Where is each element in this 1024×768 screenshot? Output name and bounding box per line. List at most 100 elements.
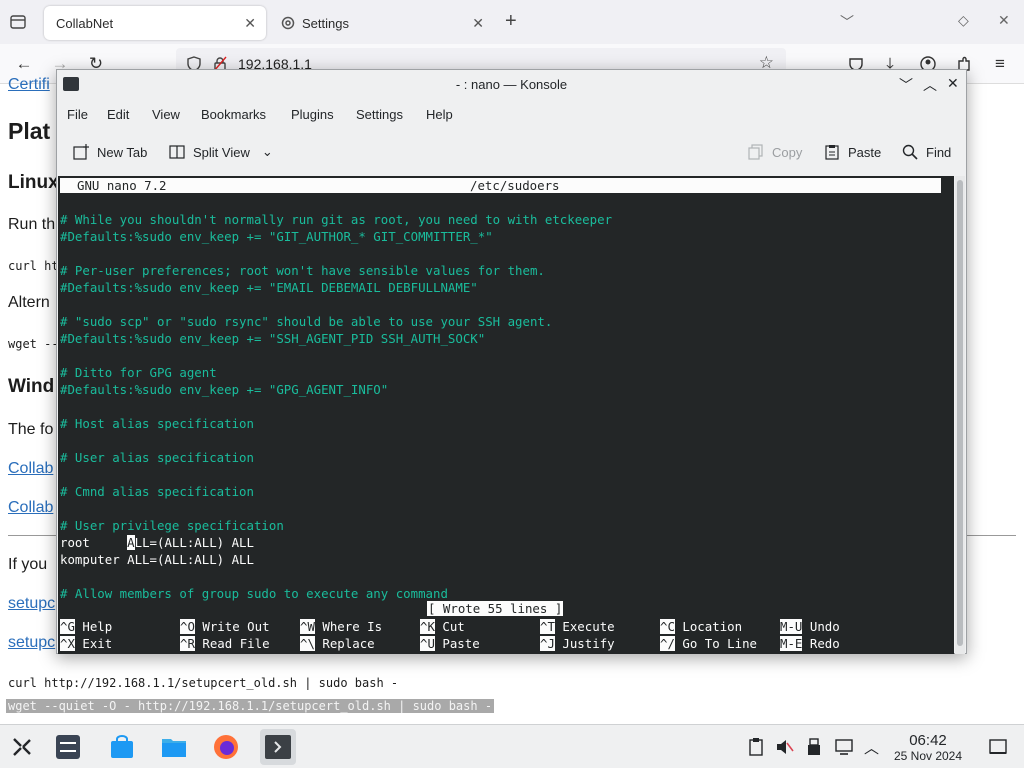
- show-desktop-icon[interactable]: [988, 737, 1008, 757]
- new-tab-button[interactable]: New Tab: [73, 144, 147, 160]
- app-launcher-icon[interactable]: [10, 735, 34, 759]
- menu-file[interactable]: File: [67, 107, 88, 122]
- chevron-down-icon[interactable]: ⌄: [262, 144, 273, 160]
- shortcut-key: M-E: [780, 636, 803, 651]
- close-icon[interactable]: ✕: [244, 15, 256, 32]
- chevron-down-icon[interactable]: ﹀: [840, 12, 854, 32]
- shortcut-label: Cut: [442, 619, 465, 634]
- back-button[interactable]: ←: [14, 54, 34, 74]
- firefox-icon: [214, 735, 238, 759]
- setup-link[interactable]: setupc: [8, 634, 55, 652]
- network-wired-icon[interactable]: [834, 737, 854, 757]
- taskbar-app-firefox[interactable]: [208, 729, 244, 765]
- menu-help[interactable]: Help: [426, 107, 453, 122]
- collab-link[interactable]: Collab: [8, 460, 53, 478]
- gear-icon: [281, 16, 295, 30]
- tab-collabnet[interactable]: CollabNet ✕: [44, 6, 266, 40]
- tab-settings[interactable]: Settings ✕: [272, 6, 494, 40]
- comment-text: #Defaults:%sudo env_keep += "GIT_AUTHOR_…: [60, 229, 493, 244]
- window-titlebar[interactable]: - : nano — Konsole ﹀ ︿ ✕: [57, 70, 966, 99]
- nano-shortcut: ^X Exit: [60, 635, 112, 652]
- shortcut-label: Replace: [322, 636, 375, 651]
- taskbar-app-discover[interactable]: [104, 729, 140, 765]
- certificate-link[interactable]: Certifi: [8, 76, 50, 94]
- shortcut-label: Exit: [82, 636, 113, 651]
- taskbar-app-settings[interactable]: [50, 729, 86, 765]
- menu-plugins[interactable]: Plugins: [291, 107, 334, 122]
- text-line: # Cmnd alias specification: [60, 483, 254, 500]
- menu-bookmarks[interactable]: Bookmarks: [201, 107, 266, 122]
- nano-shortcut: M-U Undo: [780, 618, 840, 635]
- shortcut-key: ^/: [660, 636, 675, 651]
- copy-button[interactable]: Copy: [748, 144, 802, 160]
- code-snippet: wget --: [8, 337, 59, 351]
- close-icon[interactable]: ✕: [472, 15, 484, 32]
- nano-shortcut: ^R Read File: [180, 635, 270, 652]
- split-view-label: Split View: [193, 144, 250, 160]
- code-text: root: [60, 535, 128, 550]
- shortcut-key: ^K: [420, 619, 435, 634]
- comment-text: # User alias specification: [60, 450, 254, 465]
- setup-link[interactable]: setupc: [8, 595, 55, 613]
- split-view-button[interactable]: Split View ⌄: [169, 144, 273, 160]
- close-icon[interactable]: ✕: [947, 75, 959, 92]
- scrollbar-thumb[interactable]: [957, 180, 963, 646]
- search-icon: [902, 144, 918, 160]
- shortcut-key: ^J: [540, 636, 555, 651]
- new-tab-icon: [73, 144, 89, 160]
- restore-icon[interactable]: ◇: [958, 12, 969, 29]
- page-heading: Plat: [8, 118, 51, 144]
- volume-muted-icon[interactable]: [774, 737, 794, 757]
- terminal-view[interactable]: GNU nano 7.2 /etc/sudoers # While you sh…: [58, 176, 954, 654]
- menu-view[interactable]: View: [152, 107, 180, 122]
- collab-link[interactable]: Collab: [8, 499, 53, 517]
- clock-time: 06:42: [909, 732, 947, 749]
- text-line: root ALL=(ALL:ALL) ALL: [60, 534, 254, 551]
- browser-tab-strip: CollabNet ✕ Settings ✕ + ﹀ ◇ ✕: [0, 0, 1024, 44]
- hamburger-menu-icon[interactable]: ≡: [990, 54, 1010, 74]
- nano-shortcut: ^W Where Is: [300, 618, 382, 635]
- new-tab-label: New Tab: [97, 144, 148, 160]
- clipboard-icon[interactable]: [746, 737, 766, 757]
- tab-list-icon[interactable]: [8, 12, 28, 32]
- comment-text: #Defaults:%sudo env_keep += "EMAIL DEBEM…: [60, 280, 478, 295]
- text-line: #Defaults:%sudo env_keep += "GIT_AUTHOR_…: [60, 228, 493, 245]
- nano-version: GNU nano 7.2: [77, 178, 167, 193]
- terminal-scrollbar[interactable]: [955, 176, 965, 654]
- menu-settings[interactable]: Settings: [356, 107, 403, 122]
- shortcut-key: ^C: [660, 619, 675, 634]
- nano-shortcut: ^C Location: [660, 618, 742, 635]
- tab-label: CollabNet: [56, 15, 114, 31]
- tray-expand-chevron-icon[interactable]: ︿: [864, 737, 884, 757]
- minimize-icon[interactable]: ﹀: [899, 75, 913, 95]
- new-tab-button[interactable]: +: [505, 10, 517, 33]
- folder-icon: [162, 739, 186, 757]
- comment-text: # While you shouldn't normally run git a…: [60, 212, 613, 227]
- konsole-window: - : nano — Konsole ﹀ ︿ ✕ File Edit View …: [56, 69, 967, 654]
- toolbar: New Tab Split View ⌄ Copy Paste Find: [57, 136, 966, 170]
- shortcut-key: ^T: [540, 619, 555, 634]
- text-line: # Allow members of group sudo to execute…: [60, 585, 448, 602]
- paste-button[interactable]: Paste: [824, 144, 881, 160]
- find-button[interactable]: Find: [902, 144, 951, 160]
- comment-text: # Per-user preferences; root won't have …: [60, 263, 545, 278]
- shortcut-label: Undo: [809, 619, 840, 634]
- nano-shortcut: M-E Redo: [780, 635, 840, 652]
- nano-status-message: [ Wrote 55 lines ]: [427, 601, 564, 616]
- clock[interactable]: 06:42 25 Nov 2024: [884, 732, 972, 763]
- nano-shortcut: ^U Paste: [420, 635, 480, 652]
- shortcut-label: Help: [82, 619, 113, 634]
- code-snippet: curl ht: [8, 259, 59, 273]
- nano-shortcut: ^O Write Out: [180, 618, 270, 635]
- menu-edit[interactable]: Edit: [107, 107, 129, 122]
- paragraph-text: The fo: [8, 421, 54, 438]
- maximize-icon[interactable]: ︿: [923, 75, 937, 95]
- code-snippet: curl http://192.168.1.1/setupcert_old.sh…: [8, 676, 399, 690]
- close-window-icon[interactable]: ✕: [998, 12, 1010, 29]
- usb-device-icon[interactable]: [804, 737, 824, 757]
- shortcut-label: Read File: [202, 636, 270, 651]
- taskbar-app-konsole[interactable]: [260, 729, 296, 765]
- shortcut-label: Location: [682, 619, 743, 634]
- taskbar-app-files[interactable]: [156, 729, 192, 765]
- shortcut-label: Execute: [562, 619, 615, 634]
